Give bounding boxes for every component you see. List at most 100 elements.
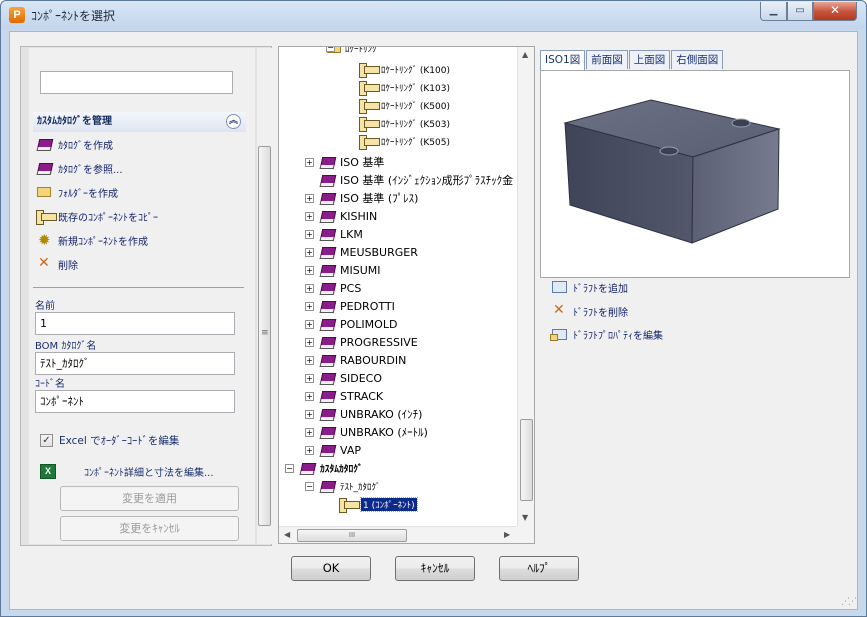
collapse-icon[interactable]: − bbox=[285, 464, 294, 473]
collapse-icon[interactable]: − bbox=[305, 482, 314, 491]
expand-icon[interactable]: + bbox=[305, 392, 314, 401]
expand-icon[interactable]: + bbox=[305, 158, 314, 167]
scroll-down-icon[interactable]: ▼ bbox=[522, 513, 528, 522]
search-input[interactable] bbox=[40, 71, 233, 94]
tree-node-catalog[interactable]: RABOURDIN bbox=[319, 351, 406, 369]
collapse-icon[interactable]: ︽ bbox=[226, 114, 241, 129]
expand-icon[interactable]: + bbox=[305, 284, 314, 293]
tree-node-catalog[interactable]: PEDROTTI bbox=[319, 297, 395, 315]
scroll-right-icon[interactable]: ▶ bbox=[504, 530, 510, 539]
close-button[interactable]: ✕ bbox=[813, 2, 857, 21]
help-button[interactable]: ﾍﾙﾌﾟ bbox=[499, 556, 579, 581]
expand-icon[interactable]: + bbox=[305, 302, 314, 311]
resize-grip[interactable]: ⋰⋰ bbox=[841, 597, 857, 607]
expand-icon[interactable]: + bbox=[305, 410, 314, 419]
expand-icon[interactable]: + bbox=[305, 338, 314, 347]
catalog-book-icon bbox=[319, 156, 336, 169]
tree-node-label: ﾛｹｰﾄﾘﾝｸﾞ (K500) bbox=[381, 101, 450, 112]
excel-order-code-option[interactable]: ✓ Excel でｵｰﾀﾞｰｺｰﾄﾞを編集 bbox=[40, 433, 179, 448]
task-panel-scrollbar[interactable] bbox=[257, 48, 272, 544]
model-preview[interactable] bbox=[540, 70, 850, 278]
edit-component-details-link[interactable]: X ｺﾝﾎﾟｰﾈﾝﾄ詳細と寸法を編集... bbox=[40, 464, 240, 479]
expand-icon[interactable]: + bbox=[305, 428, 314, 437]
maximize-button[interactable]: ▭ bbox=[787, 2, 813, 21]
tree-node-catalog[interactable]: VAP bbox=[319, 441, 361, 459]
part-icon bbox=[359, 116, 380, 132]
scroll-left-icon[interactable]: ◀ bbox=[284, 530, 290, 539]
tree-node-catalog[interactable]: UNBRAKO (ﾒｰﾄﾙ) bbox=[319, 423, 428, 441]
scroll-up-icon[interactable]: ▲ bbox=[522, 50, 528, 59]
tree-node-catalog[interactable]: LKM bbox=[319, 225, 363, 243]
expand-icon[interactable]: + bbox=[305, 374, 314, 383]
edit-draft-properties-link[interactable]: ﾄﾞﾗﾌﾄﾌﾟﾛﾊﾟﾃｨを編集 bbox=[550, 325, 663, 343]
cancel-changes-button[interactable]: 変更をｷｬﾝｾﾙ bbox=[60, 516, 239, 541]
tree-node-custom-root[interactable]: ｶｽﾀﾑｶﾀﾛｸﾞ bbox=[299, 459, 363, 477]
tree-node-catalog[interactable]: KISHIN bbox=[319, 207, 377, 225]
tree-node-catalog[interactable]: PROGRESSIVE bbox=[319, 333, 418, 351]
tree-node-locate-ring-folder[interactable]: ﾛｹｰﾄﾘﾝｸﾞ bbox=[327, 47, 381, 57]
tree-node-catalog[interactable]: UNBRAKO (ｲﾝﾁ) bbox=[319, 405, 422, 423]
collapse-icon[interactable]: − bbox=[326, 47, 335, 52]
tree-node-part[interactable]: ﾛｹｰﾄﾘﾝｸﾞ (K503) bbox=[359, 114, 450, 132]
create-catalog-link[interactable]: ｶﾀﾛｸﾞを作成 bbox=[36, 135, 113, 153]
catalog-book-icon bbox=[319, 282, 336, 295]
new-component-link[interactable]: ✹ 新規ｺﾝﾎﾟｰﾈﾝﾄを作成 bbox=[36, 231, 148, 249]
catalog-tree[interactable]: ﾛｹｰﾄﾘﾝｸﾞ − ﾛｹｰﾄﾘﾝｸﾞ (K100) ﾛｹｰﾄﾘﾝｸﾞ (K10… bbox=[278, 46, 535, 544]
scrollbar-thumb[interactable] bbox=[520, 419, 533, 501]
delete-draft-link[interactable]: ✕ ﾄﾞﾗﾌﾄを削除 bbox=[550, 302, 628, 320]
tree-node-part[interactable]: ﾛｹｰﾄﾘﾝｸﾞ (K103) bbox=[359, 78, 450, 96]
tree-node-catalog[interactable]: POLIMOLD bbox=[319, 315, 397, 333]
tree-vertical-scrollbar[interactable]: ▲ ▼ bbox=[517, 47, 534, 527]
browse-catalog-link[interactable]: ｶﾀﾛｸﾞを参照... bbox=[36, 159, 123, 177]
tree-node-catalog[interactable]: STRACK bbox=[319, 387, 383, 405]
expand-icon[interactable]: + bbox=[305, 212, 314, 221]
expand-icon[interactable]: + bbox=[305, 320, 314, 329]
apply-changes-button[interactable]: 変更を適用 bbox=[60, 486, 239, 511]
code-name-field[interactable]: ｺﾝﾎﾟｰﾈﾝﾄ bbox=[35, 390, 235, 413]
tree-node-catalog[interactable]: SIDECO bbox=[319, 369, 382, 387]
cancel-button[interactable]: ｷｬﾝｾﾙ bbox=[395, 556, 475, 581]
tab-iso1[interactable]: ISO1図 bbox=[540, 50, 586, 70]
scrollbar-thumb[interactable]: III bbox=[297, 529, 407, 542]
expand-icon[interactable]: + bbox=[305, 356, 314, 365]
tab-front[interactable]: 前面図 bbox=[586, 50, 628, 69]
expand-icon[interactable]: + bbox=[305, 266, 314, 275]
tree-node-catalog[interactable]: PCS bbox=[319, 279, 361, 297]
tree-node-catalog[interactable]: ISO 基準 (ﾌﾟﾚｽ) bbox=[319, 189, 418, 207]
tree-node-part[interactable]: ﾛｹｰﾄﾘﾝｸﾞ (K500) bbox=[359, 96, 450, 114]
tree-node-catalog[interactable]: ISO 基準 bbox=[319, 153, 384, 171]
expand-icon[interactable]: + bbox=[305, 248, 314, 257]
delete-icon: ✕ bbox=[553, 302, 565, 318]
expand-icon[interactable]: + bbox=[305, 230, 314, 239]
create-folder-link[interactable]: ﾌｫﾙﾀﾞｰを作成 bbox=[36, 183, 118, 201]
expand-icon[interactable]: + bbox=[305, 446, 314, 455]
tree-node-catalog[interactable]: MEUSBURGER bbox=[319, 243, 418, 261]
tree-node-catalog[interactable]: MISUMI bbox=[319, 261, 381, 279]
excel-checkbox[interactable]: ✓ bbox=[40, 434, 53, 447]
delete-link[interactable]: ✕ 削除 bbox=[36, 255, 78, 273]
tree-node-catalog[interactable]: ISO 基準 (ｲﾝｼﾞｪｸｼｮﾝ成形ﾌﾟﾗｽﾁｯｸ金 bbox=[319, 171, 513, 189]
tree-node-selected-component[interactable]: 1 (ｺﾝﾎﾟｰﾈﾝﾄ) bbox=[339, 495, 418, 513]
ok-button[interactable]: OK bbox=[291, 556, 371, 581]
manage-custom-catalog-header[interactable]: ｶｽﾀﾑｶﾀﾛｸﾞを管理 ︽ bbox=[33, 112, 246, 132]
tree-node-label: MEUSBURGER bbox=[340, 245, 418, 259]
tree-node-label: ﾛｹｰﾄﾘﾝｸﾞ (K100) bbox=[381, 65, 450, 76]
tree-node-part[interactable]: ﾛｹｰﾄﾘﾝｸﾞ (K100) bbox=[359, 60, 450, 78]
tree-node-custom-catalog[interactable]: ﾃｽﾄ_ｶﾀﾛｸﾞ bbox=[319, 477, 381, 495]
tree-node-label: VAP bbox=[340, 443, 361, 457]
tab-top[interactable]: 上面図 bbox=[628, 50, 671, 69]
add-draft-link[interactable]: ﾄﾞﾗﾌﾄを追加 bbox=[550, 278, 628, 296]
expand-icon[interactable]: + bbox=[305, 194, 314, 203]
book-browse-icon bbox=[36, 160, 54, 176]
tab-right[interactable]: 右側面図 bbox=[671, 50, 724, 69]
tree-node-label: ｶｽﾀﾑｶﾀﾛｸﾞ bbox=[320, 464, 363, 475]
tree-horizontal-scrollbar[interactable]: ◀ III ▶ bbox=[279, 526, 517, 543]
bom-catalog-name-field[interactable]: ﾃｽﾄ_ｶﾀﾛｸﾞ bbox=[35, 352, 235, 375]
copy-component-link[interactable]: 既存のｺﾝﾎﾟｰﾈﾝﾄをｺﾋﾟｰ bbox=[36, 207, 158, 225]
minimize-button[interactable]: ▁ bbox=[760, 2, 787, 21]
title-bar[interactable]: P ｺﾝﾎﾟｰﾈﾝﾄを選択 ▁ ▭ ✕ bbox=[1, 1, 866, 29]
splitter-grip[interactable]: ≡ bbox=[261, 328, 269, 338]
catalog-book-icon bbox=[319, 336, 336, 349]
tree-node-part[interactable]: ﾛｹｰﾄﾘﾝｸﾞ (K505) bbox=[359, 132, 450, 150]
name-field[interactable]: 1 bbox=[35, 312, 235, 335]
